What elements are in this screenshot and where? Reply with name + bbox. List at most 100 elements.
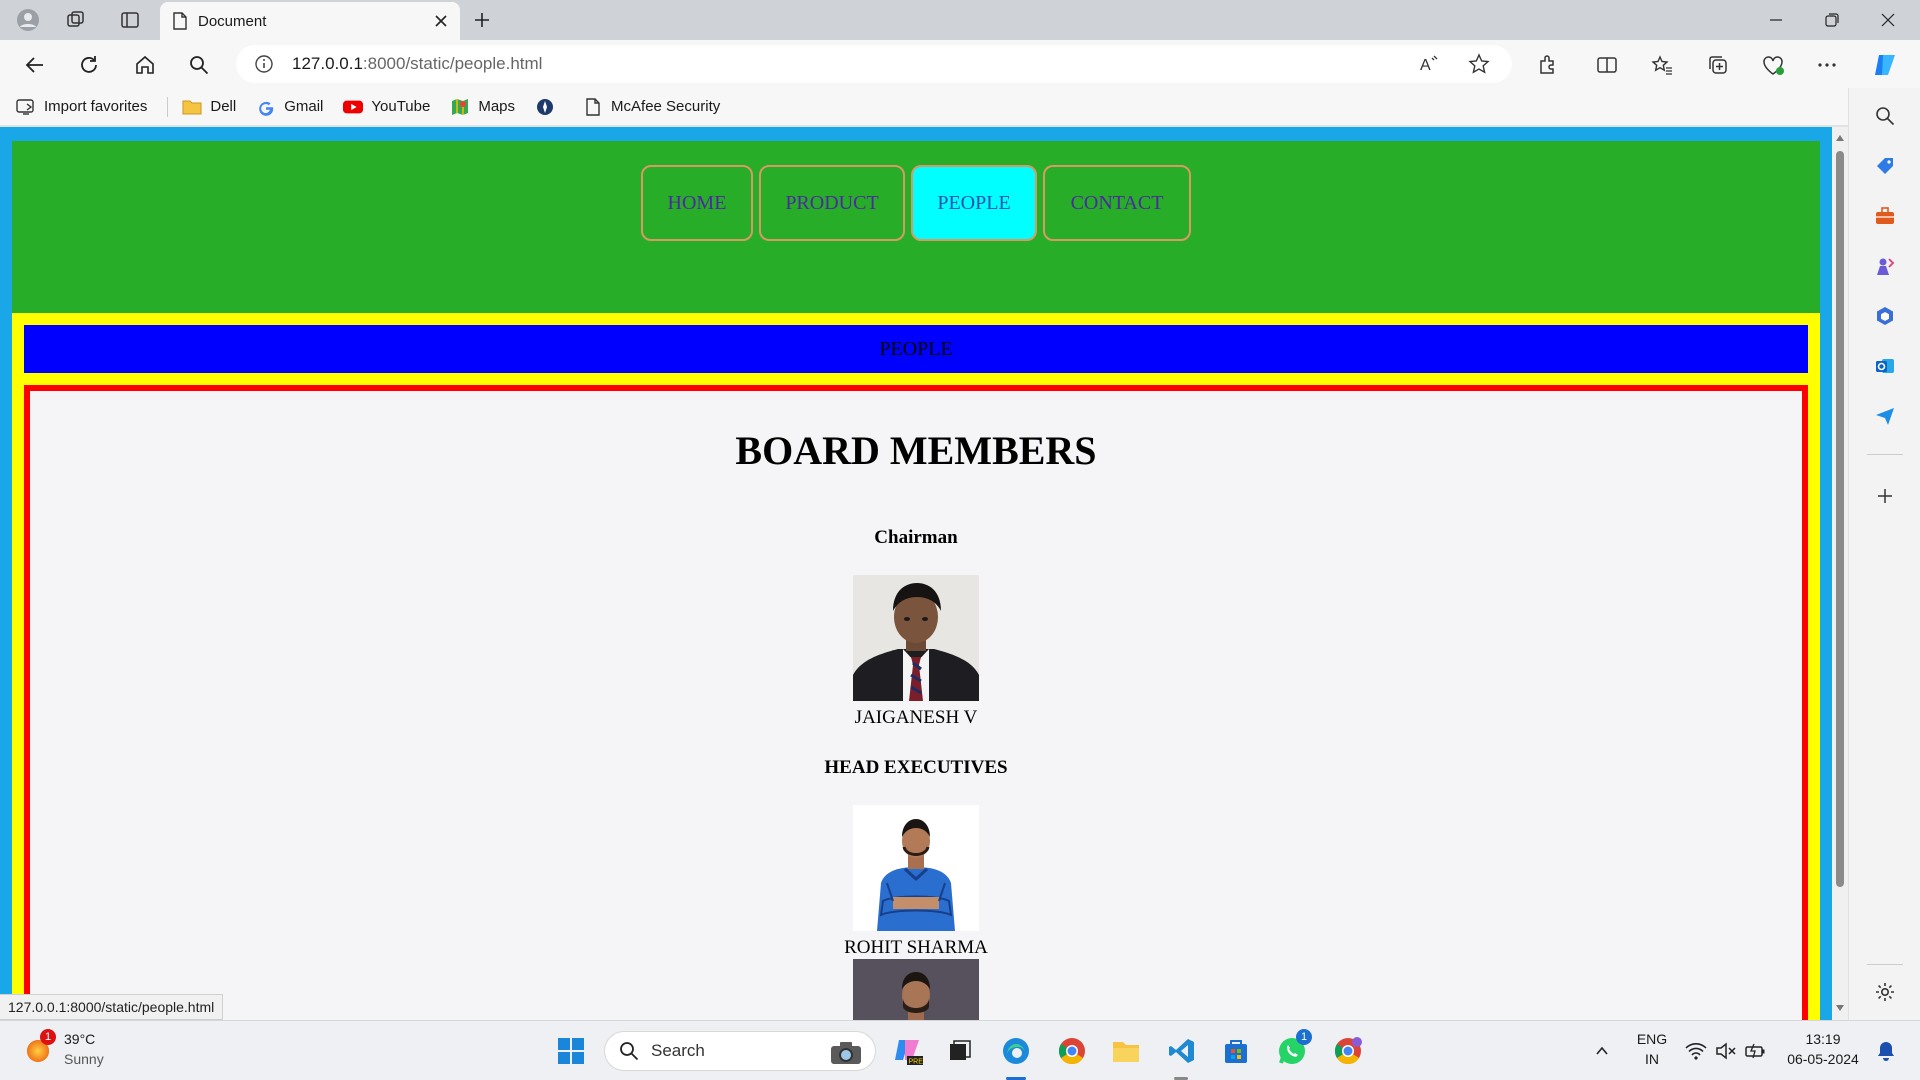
chairman-name: JAIGANESH V xyxy=(854,707,978,728)
minimize-icon[interactable] xyxy=(1748,0,1804,40)
file-explorer-icon[interactable] xyxy=(1110,1035,1142,1067)
refresh-icon[interactable] xyxy=(74,50,104,80)
new-tab-icon[interactable] xyxy=(468,6,496,34)
weather-condition[interactable]: Sunny xyxy=(64,1051,104,1067)
nav-people[interactable]: PEOPLE xyxy=(911,165,1037,241)
favorite-label: Gmail xyxy=(284,98,324,115)
add-icon[interactable] xyxy=(1871,482,1899,510)
favorite-label: McAfee Security xyxy=(611,98,721,115)
nav-contact[interactable]: CONTACT xyxy=(1043,165,1191,241)
address-bar[interactable]: 127.0.0.1:8000/static/people.html A xyxy=(236,45,1512,83)
svg-text:PRE: PRE xyxy=(909,1059,924,1066)
import-icon xyxy=(16,97,36,117)
scroll-down-icon[interactable] xyxy=(1835,1003,1845,1013)
scroll-up-icon[interactable] xyxy=(1835,133,1845,143)
tools-icon[interactable] xyxy=(1871,202,1899,230)
favorite-compass[interactable] xyxy=(535,97,563,117)
shopping-tag-icon[interactable] xyxy=(1871,152,1899,180)
search-placeholder: Search xyxy=(651,1041,705,1060)
battery-icon[interactable] xyxy=(1740,1035,1772,1067)
store-icon[interactable] xyxy=(1220,1035,1252,1067)
chairman-photo xyxy=(853,575,979,701)
page-scrollbar[interactable] xyxy=(1832,127,1848,1020)
favorite-gmail[interactable]: Gmail xyxy=(256,97,323,117)
page-icon xyxy=(172,12,188,30)
region-indicator[interactable]: IN xyxy=(1630,1051,1674,1067)
edge-browser-icon[interactable] xyxy=(1000,1035,1032,1067)
extensions-icon[interactable] xyxy=(1532,50,1562,80)
close-tab-icon[interactable] xyxy=(434,14,448,28)
board-members-panel: BOARD MEMBERS Chairman JAIGANESH V HEAD … xyxy=(24,385,1808,1020)
favorite-youtube[interactable]: YouTube xyxy=(343,97,430,117)
workspaces-icon[interactable] xyxy=(62,6,90,34)
weather-temperature[interactable]: 39°C xyxy=(64,1031,95,1047)
page-heading: BOARD MEMBERS xyxy=(735,428,1097,473)
favorite-label: YouTube xyxy=(371,98,431,115)
site-header: HOME PRODUCT PEOPLE CONTACT xyxy=(12,141,1820,313)
collections-icon[interactable] xyxy=(1703,50,1733,80)
start-windows-icon[interactable] xyxy=(555,1035,587,1067)
favorite-maps[interactable]: Maps xyxy=(450,97,515,117)
browser-essentials-icon[interactable] xyxy=(1758,50,1788,80)
restore-icon[interactable] xyxy=(1804,0,1860,40)
nav-product[interactable]: PRODUCT xyxy=(759,165,905,241)
volume-muted-icon[interactable] xyxy=(1710,1035,1742,1067)
favorite-star-icon[interactable] xyxy=(1468,53,1490,75)
search-icon[interactable] xyxy=(184,50,214,80)
site-info-icon[interactable] xyxy=(254,54,274,74)
search-icon xyxy=(619,1041,639,1061)
url-path: :8000/static/people.html xyxy=(362,54,543,73)
favorite-label: Import favorites xyxy=(44,98,148,115)
send-icon[interactable] xyxy=(1871,402,1899,430)
tab-document[interactable]: Document xyxy=(160,2,460,40)
copilot-icon[interactable] xyxy=(1870,50,1900,80)
notification-bell-icon[interactable] xyxy=(1870,1035,1902,1067)
close-window-icon[interactable] xyxy=(1860,0,1916,40)
home-icon[interactable] xyxy=(130,50,160,80)
profile-icon[interactable] xyxy=(14,6,42,34)
chrome-icon[interactable] xyxy=(1056,1035,1088,1067)
back-icon[interactable] xyxy=(20,50,50,80)
tab-actions-icon[interactable] xyxy=(116,6,144,34)
search-icon[interactable] xyxy=(1871,102,1899,130)
show-hidden-icons-chevron-icon[interactable] xyxy=(1586,1035,1618,1067)
chrome-profile-icon[interactable] xyxy=(1332,1035,1364,1067)
chairman-label: Chairman xyxy=(874,527,958,548)
youtube-icon xyxy=(343,97,364,117)
nav-home[interactable]: HOME xyxy=(641,165,753,241)
page-icon xyxy=(583,97,603,117)
maps-icon xyxy=(450,97,470,117)
sidebar-divider xyxy=(1867,964,1903,965)
sidebar-divider xyxy=(1867,454,1903,455)
clock-date[interactable]: 06-05-2024 xyxy=(1778,1051,1868,1067)
favorites-bar: Import favorites Dell Gmail YouTube Maps xyxy=(0,88,1920,126)
page-viewport: HOME PRODUCT PEOPLE CONTACT PEOPLE BOARD… xyxy=(0,127,1832,1020)
favorite-dell[interactable]: Dell xyxy=(182,97,236,117)
more-options-icon[interactable] xyxy=(1812,50,1842,80)
favorite-mcafee[interactable]: McAfee Security xyxy=(583,97,720,117)
copilot-pre-icon[interactable]: PRE xyxy=(892,1035,924,1067)
taskbar-search[interactable]: Search xyxy=(604,1031,876,1071)
whatsapp-badge: 1 xyxy=(1296,1029,1312,1045)
favorites-divider xyxy=(167,96,169,117)
games-icon[interactable] xyxy=(1871,252,1899,280)
favorite-label: Maps xyxy=(478,98,516,115)
folder-icon xyxy=(182,97,202,117)
svg-text:A: A xyxy=(1420,57,1431,74)
clock-time[interactable]: 13:19 xyxy=(1778,1031,1868,1047)
task-view-icon[interactable] xyxy=(944,1035,976,1067)
weather-badge: 1 xyxy=(40,1029,56,1045)
executive-photo xyxy=(853,805,979,931)
scrollbar-thumb[interactable] xyxy=(1836,151,1844,887)
split-screen-icon[interactable] xyxy=(1592,50,1622,80)
wifi-icon[interactable] xyxy=(1680,1035,1712,1067)
outlook-icon[interactable] xyxy=(1871,352,1899,380)
vscode-icon[interactable] xyxy=(1166,1035,1198,1067)
favorite-import[interactable]: Import favorites xyxy=(16,97,147,117)
favorite-label: Dell xyxy=(210,98,237,115)
language-indicator[interactable]: ENG xyxy=(1630,1031,1674,1047)
microsoft-365-icon[interactable] xyxy=(1871,302,1899,330)
favorites-icon[interactable] xyxy=(1647,50,1677,80)
settings-gear-icon[interactable] xyxy=(1871,978,1899,1006)
read-aloud-icon[interactable]: A xyxy=(1418,53,1440,75)
